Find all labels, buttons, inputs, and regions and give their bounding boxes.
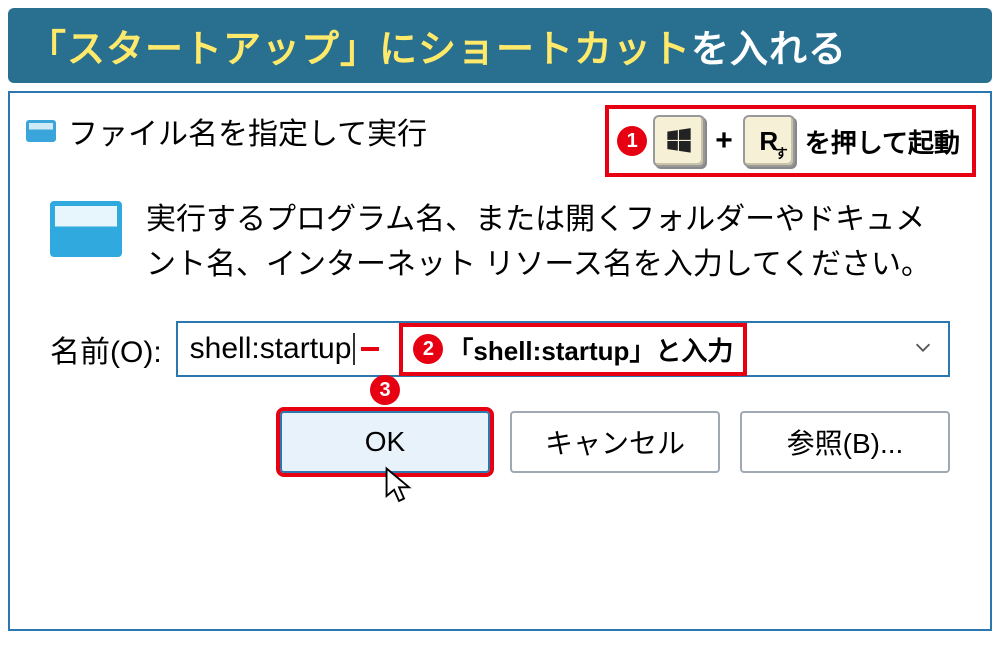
button-row: 3 OK キャンセル 参照(B)... xyxy=(10,401,990,483)
step2-text: 「shell:startup」と入力 xyxy=(447,331,733,368)
dialog-title: ファイル名を指定して実行 xyxy=(68,109,427,153)
r-key-icon: R す xyxy=(743,115,795,167)
banner-accent-text: 「スタートアップ」にショートカット xyxy=(28,29,691,71)
step3-wrap: 3 OK xyxy=(280,411,490,473)
input-row: 名前(O): shell:startup 2 「shell:startup」と入… xyxy=(10,297,990,401)
step2-connector xyxy=(361,347,379,351)
ok-button[interactable]: OK xyxy=(280,411,490,473)
windows-key-icon xyxy=(653,115,705,167)
cancel-button[interactable]: キャンセル xyxy=(510,411,720,473)
dialog-description: 実行するプログラム名、または開くフォルダーやドキュメント名、インターネット リソ… xyxy=(146,197,950,287)
step1-callout: 1 + R す を押して起動 xyxy=(605,105,976,177)
run-body-icon xyxy=(50,201,122,257)
dialog-body: 実行するプログラム名、または開くフォルダーやドキュメント名、インターネット リソ… xyxy=(10,157,990,297)
run-dialog-title-icon xyxy=(26,120,56,142)
chevron-down-icon[interactable] xyxy=(912,332,934,366)
input-label: 名前(O): xyxy=(50,327,162,371)
step1-text: を押して起動 xyxy=(805,123,960,160)
plus-sign: + xyxy=(711,124,737,158)
step1-badge: 1 xyxy=(617,126,647,156)
banner-tail-text: を入れる xyxy=(691,29,847,71)
text-caret xyxy=(353,333,355,365)
browse-button[interactable]: 参照(B)... xyxy=(740,411,950,473)
step2-callout: 2 「shell:startup」と入力 xyxy=(399,323,747,376)
run-dialog: ファイル名を指定して実行 1 + R す を押して起動 実行するプログラム名、ま… xyxy=(8,91,992,631)
run-input-value: shell:startup xyxy=(190,332,352,366)
r-key-sub: す xyxy=(775,143,788,162)
run-input-combobox[interactable]: shell:startup 2 「shell:startup」と入力 xyxy=(176,321,950,377)
step2-badge: 2 xyxy=(413,334,443,364)
step3-badge: 3 xyxy=(370,375,400,405)
mouse-cursor-icon xyxy=(382,466,414,511)
instruction-banner: 「スタートアップ」にショートカットを入れる xyxy=(8,8,992,83)
